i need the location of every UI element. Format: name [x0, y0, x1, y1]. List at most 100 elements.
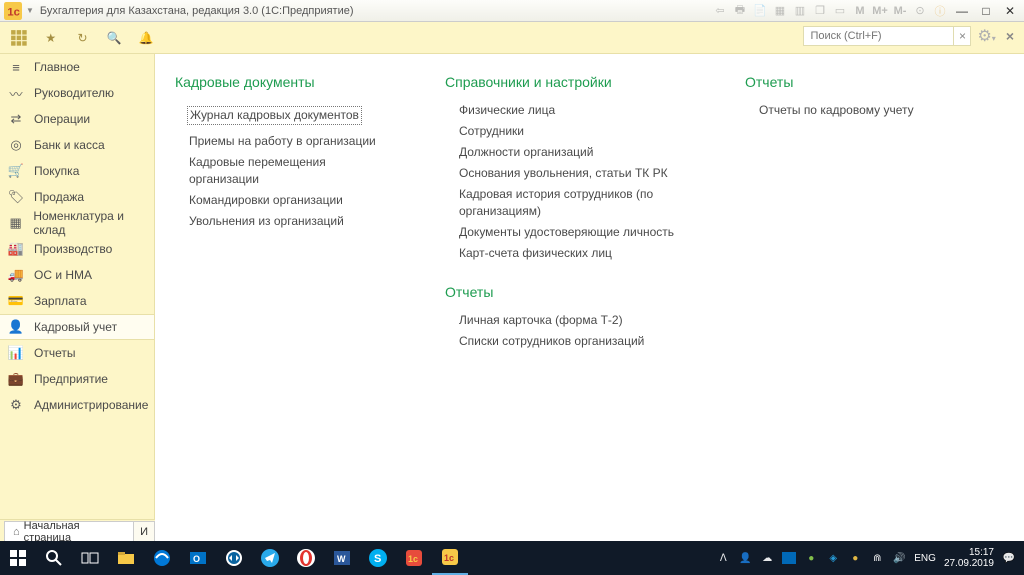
bank-icon: ◎ [8, 137, 24, 153]
back-icon[interactable]: ⇦ [712, 3, 728, 19]
sidebar-label: Кадровый учет [34, 320, 117, 334]
tab-second[interactable]: И [134, 521, 155, 541]
print-icon[interactable]: 🖶 [732, 3, 748, 19]
help-icon[interactable]: ⊙ [912, 3, 928, 19]
cart-icon: 🛒 [8, 163, 24, 179]
cal-icon[interactable]: ▭ [832, 3, 848, 19]
minimize-button[interactable]: — [952, 4, 972, 18]
search-input[interactable] [803, 26, 953, 46]
1c-shortcut-icon[interactable]: 1c [396, 541, 432, 575]
link-item[interactable]: Списки сотрудников организаций [445, 333, 685, 350]
maximize-button[interactable]: □ [976, 4, 996, 18]
sidebar-item-13[interactable]: ⚙ Администрирование [0, 392, 154, 418]
sidebar-label: Операции [34, 112, 90, 126]
tray-1c-icon[interactable]: ● [848, 551, 862, 565]
sidebar-item-6[interactable]: ▦Номенклатура и склад [0, 210, 154, 236]
M-label[interactable]: M [852, 3, 868, 19]
svg-text:O: O [193, 554, 200, 564]
tray-clock[interactable]: 15:17 27.09.2019 [944, 547, 994, 569]
grid-icon[interactable]: ▥ [792, 3, 808, 19]
Mminus-label[interactable]: M- [892, 3, 908, 19]
tray-lang[interactable]: ENG [914, 553, 936, 564]
sidebar-label: Администрирование [34, 398, 148, 412]
sidebar-item-8[interactable]: 🚚ОС и НМА [0, 262, 154, 288]
info-icon[interactable]: ⓘ [932, 3, 948, 19]
word-icon[interactable]: W [324, 541, 360, 575]
link-item[interactable]: Приемы на работу в организации [175, 133, 385, 150]
taskview-button[interactable] [72, 541, 108, 575]
link-item[interactable]: Карт-счета физических лиц [445, 245, 685, 262]
link-item[interactable]: Личная карточка (форма Т-2) [445, 312, 685, 329]
copy-icon[interactable]: ❐ [812, 3, 828, 19]
sidebar-item-10[interactable]: 👤Кадровый учет [0, 314, 154, 340]
gear-icon: ⚙ [8, 397, 24, 413]
close-button[interactable]: ✕ [1000, 4, 1020, 18]
sidebar-label: Зарплата [34, 294, 87, 308]
tray-up-icon[interactable]: ᐱ [716, 551, 730, 565]
tab-start[interactable]: ⌂ Начальная страница [4, 521, 134, 541]
link-item[interactable]: Физические лица [445, 102, 685, 119]
1c-icon-active[interactable]: 1c [432, 541, 468, 575]
sidebar-item-12[interactable]: 💼Предприятие [0, 366, 154, 392]
section-title-reports2: Отчеты [445, 284, 685, 300]
tray-skype-icon[interactable]: ● [804, 551, 818, 565]
sidebar-item-4[interactable]: 🛒Покупка [0, 158, 154, 184]
system-tray: ᐱ 👤 ☁ ● ◈ ● ⋒ 🔊 ENG 15:17 27.09.2019 💬 [716, 547, 1024, 569]
sidebar-item-7[interactable]: 🏭Производство [0, 236, 154, 262]
search-clear-button[interactable]: × [953, 26, 971, 46]
sidebar-label: Производство [34, 242, 112, 256]
drop-arrow-icon[interactable]: ▼ [26, 6, 34, 15]
link-item[interactable]: Должности организаций [445, 144, 685, 161]
apps-icon[interactable] [10, 29, 28, 47]
tray-wifi-icon[interactable]: ⋒ [870, 551, 884, 565]
sidebar-label: Продажа [34, 190, 84, 204]
history-icon[interactable]: ↻ [74, 29, 92, 47]
teamviewer-icon[interactable] [216, 541, 252, 575]
skype-icon[interactable]: S [360, 541, 396, 575]
wallet-icon: 💳 [8, 293, 24, 309]
panel-close-button[interactable]: × [1002, 28, 1018, 44]
doc-icon[interactable]: 📄 [752, 3, 768, 19]
link-item[interactable]: Командировки организации [175, 192, 385, 209]
link-item[interactable]: Журнал кадровых документов [187, 106, 362, 125]
tray-notify-icon[interactable]: 💬 [1002, 551, 1016, 565]
edge-icon[interactable] [144, 541, 180, 575]
tray-cloud-icon[interactable]: ☁ [760, 551, 774, 565]
sidebar-item-5[interactable]: 🏷Продажа [0, 184, 154, 210]
home-icon: ⌂ [13, 526, 20, 538]
tray-tv-icon[interactable]: ◈ [826, 551, 840, 565]
settings-icon[interactable]: ⚙▾ [977, 26, 995, 46]
start-button[interactable] [0, 541, 36, 575]
link-item[interactable]: Отчеты по кадровому учету [745, 102, 925, 119]
tab-start-label: Начальная страница [24, 520, 125, 544]
sidebar-item-9[interactable]: 💳 Зарплата [0, 288, 154, 314]
outlook-icon[interactable]: O [180, 541, 216, 575]
search-icon[interactable]: 🔍 [105, 29, 123, 47]
sidebar-item-2[interactable]: ⇄Операции [0, 106, 154, 132]
Mplus-label[interactable]: M+ [872, 3, 888, 19]
link-item[interactable]: Сотрудники [445, 123, 685, 140]
search-box: × [803, 26, 971, 46]
tray-people-icon[interactable]: 👤 [738, 551, 752, 565]
search-button[interactable] [36, 541, 72, 575]
star-icon[interactable]: ★ [42, 29, 60, 47]
calc-icon[interactable]: ▦ [772, 3, 788, 19]
sidebar-item-3[interactable]: ◎Банк и касса [0, 132, 154, 158]
pulse-icon: 〰 [8, 85, 24, 101]
explorer-icon[interactable] [108, 541, 144, 575]
opera-icon[interactable] [288, 541, 324, 575]
sidebar-label: Предприятие [34, 372, 108, 386]
logo-1c-icon: 1c [4, 4, 22, 18]
sidebar-item-1[interactable]: 〰Руководителю [0, 80, 154, 106]
link-item[interactable]: Кадровая история сотрудников (по организ… [445, 186, 685, 220]
telegram-icon[interactable] [252, 541, 288, 575]
tray-mail-icon[interactable] [782, 552, 796, 564]
link-item[interactable]: Основания увольнения, статьи ТК РК [445, 165, 685, 182]
link-item[interactable]: Увольнения из организаций [175, 213, 385, 230]
bell-icon[interactable]: 🔔 [137, 29, 155, 47]
sidebar-item-0[interactable]: ≡Главное [0, 54, 154, 80]
link-item[interactable]: Кадровые перемещения организации [175, 154, 385, 188]
tray-volume-icon[interactable]: 🔊 [892, 551, 906, 565]
link-item[interactable]: Документы удостоверяющие личность [445, 224, 685, 241]
sidebar-item-11[interactable]: 📊Отчеты [0, 340, 154, 366]
